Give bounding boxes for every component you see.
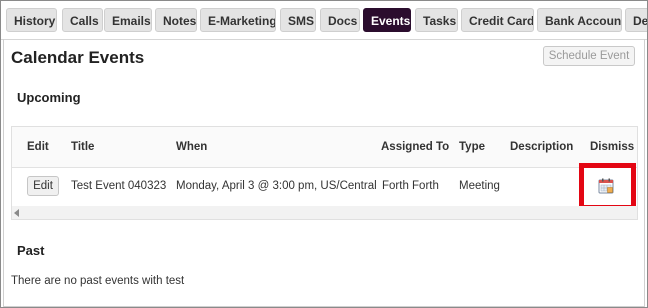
tab-emails[interactable]: Emails bbox=[104, 8, 152, 32]
past-events-empty-message: There are no past events with test bbox=[11, 275, 185, 287]
upcoming-heading: Upcoming bbox=[17, 90, 81, 105]
schedule-event-button[interactable]: Schedule Event bbox=[543, 46, 635, 66]
tab-tasks[interactable]: Tasks bbox=[415, 8, 458, 32]
tab-credit-card[interactable]: Credit Card bbox=[461, 8, 534, 32]
event-assigned-to: Forth Forth bbox=[382, 180, 439, 192]
scroll-left-arrow-icon[interactable] bbox=[14, 209, 19, 217]
tab-bar: History Calls Emails Notes E-Marketing S… bbox=[1, 1, 647, 40]
column-header-when[interactable]: When bbox=[176, 141, 207, 153]
tab-history[interactable]: History bbox=[6, 8, 57, 32]
tab-notes[interactable]: Notes bbox=[155, 8, 197, 32]
tab-docs[interactable]: Docs bbox=[320, 8, 360, 32]
dismiss-highlight-box bbox=[579, 163, 636, 210]
tab-e-marketing[interactable]: E-Marketing bbox=[200, 8, 276, 32]
page-title: Calendar Events bbox=[11, 48, 145, 67]
column-header-title[interactable]: Title bbox=[71, 141, 94, 153]
horizontal-scrollbar[interactable] bbox=[12, 206, 637, 219]
past-heading: Past bbox=[17, 243, 45, 258]
tab-calls[interactable]: Calls bbox=[62, 8, 103, 32]
event-type: Meeting bbox=[459, 180, 500, 192]
app-window: History Calls Emails Notes E-Marketing S… bbox=[0, 0, 648, 308]
column-header-assigned-to[interactable]: Assigned To bbox=[381, 141, 449, 153]
tab-events[interactable]: Events bbox=[363, 8, 411, 32]
tab-bank-account[interactable]: Bank Account bbox=[537, 8, 622, 32]
edit-event-button[interactable]: Edit bbox=[27, 176, 59, 196]
tab-more[interactable]: De bbox=[625, 8, 647, 32]
column-header-dismiss: Dismiss bbox=[590, 141, 635, 153]
event-title: Test Event 040323 bbox=[71, 180, 167, 192]
column-header-description[interactable]: Description bbox=[510, 141, 573, 153]
column-header-edit: Edit bbox=[27, 141, 49, 153]
column-header-type[interactable]: Type bbox=[459, 141, 485, 153]
tab-sms[interactable]: SMS bbox=[280, 8, 316, 32]
event-when: Monday, April 3 @ 3:00 pm, US/Central bbox=[176, 180, 377, 192]
